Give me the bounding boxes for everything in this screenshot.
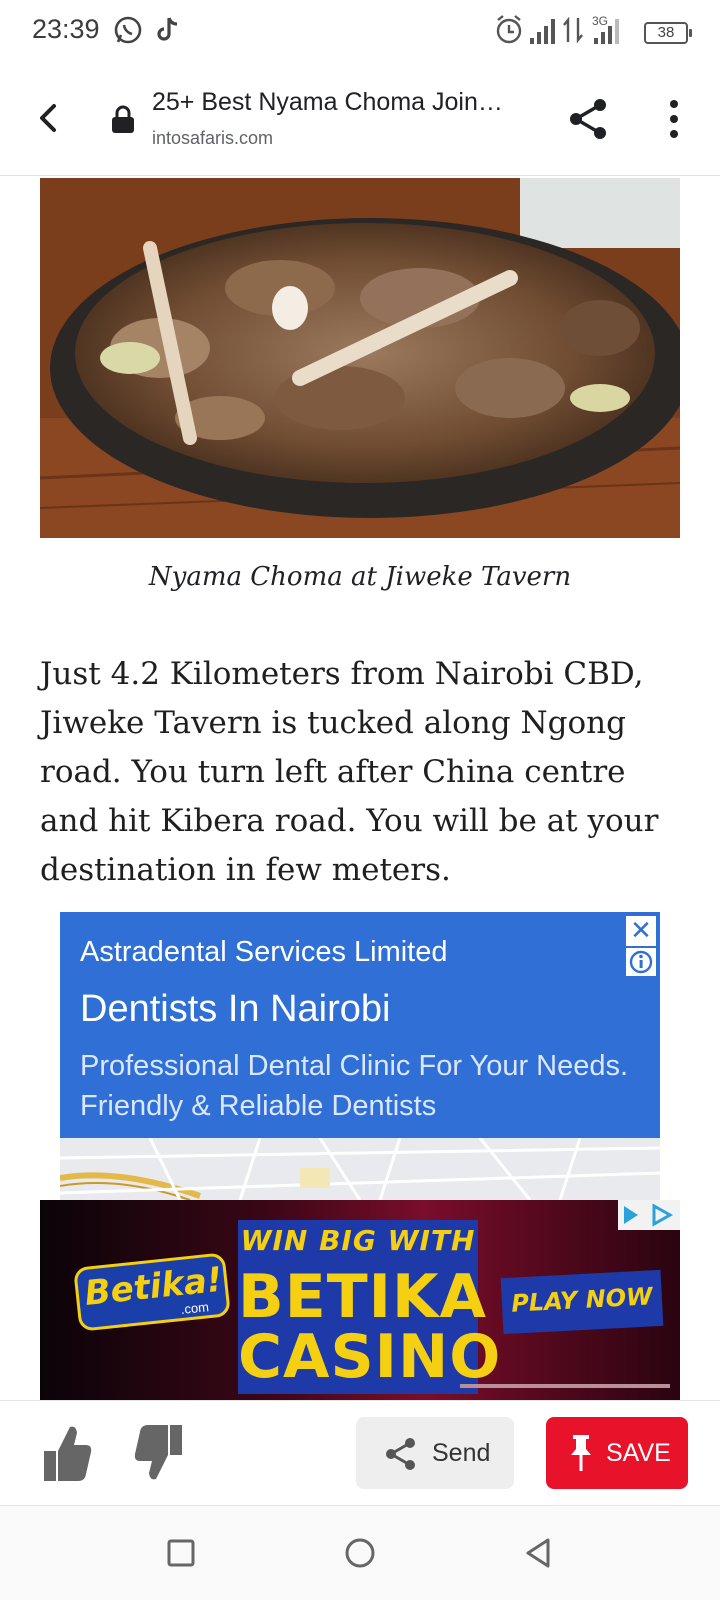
more-options-icon[interactable] bbox=[656, 96, 692, 142]
win-big-text: WIN BIG WITH bbox=[240, 1224, 476, 1257]
play-now-label: PLAY NOW bbox=[510, 1282, 654, 1318]
casino-text: CASINO bbox=[238, 1322, 502, 1392]
page-title[interactable]: 25+ Best Nyama Choma Join… bbox=[152, 88, 503, 117]
pin-icon bbox=[571, 1435, 591, 1471]
ad-advertiser[interactable]: Astradental Services Limited bbox=[80, 936, 448, 969]
dental-ad-panel[interactable]: Astradental Services Limited Dentists In… bbox=[60, 912, 660, 1138]
lock-icon bbox=[112, 105, 134, 133]
bottom-action-bar: Send SAVE bbox=[0, 1400, 720, 1506]
terms-fine-print bbox=[460, 1384, 670, 1388]
article-photo bbox=[40, 178, 680, 538]
browser-toolbar: 25+ Best Nyama Choma Join… intosafaris.c… bbox=[0, 64, 720, 176]
ad-map-image[interactable] bbox=[60, 1138, 660, 1200]
photo-caption: Nyama Choma at Jiweke Tavern bbox=[148, 562, 572, 592]
betika-casino-box: BETIKA CASINO bbox=[238, 1262, 502, 1394]
betika-logo-sub: .com bbox=[180, 1299, 210, 1318]
signal-3g-icon bbox=[594, 19, 619, 44]
back-triangle-icon[interactable] bbox=[522, 1536, 556, 1570]
data-arrows-icon bbox=[563, 16, 583, 44]
adchoices-icon[interactable] bbox=[618, 1200, 680, 1230]
send-button[interactable]: Send bbox=[356, 1417, 514, 1489]
share-icon[interactable] bbox=[566, 96, 612, 142]
alarm-icon bbox=[496, 15, 522, 44]
home-circle-icon[interactable] bbox=[343, 1536, 377, 1570]
status-time: 23:39 bbox=[32, 14, 100, 44]
send-label: Send bbox=[432, 1439, 491, 1467]
status-bar: 23:39 3G 38 bbox=[0, 0, 720, 64]
play-now-button[interactable]: PLAY NOW bbox=[500, 1269, 664, 1335]
thumbs-down-icon[interactable] bbox=[134, 1421, 186, 1485]
ad-close-icon[interactable]: ✕ bbox=[626, 916, 656, 946]
betika-logo[interactable]: Betika! .com bbox=[73, 1252, 231, 1332]
nyama-choma-image bbox=[40, 178, 680, 538]
ad-headline[interactable]: Dentists In Nairobi bbox=[80, 988, 390, 1031]
save-label: SAVE bbox=[606, 1439, 671, 1467]
recents-square-icon[interactable] bbox=[164, 1536, 198, 1570]
thumbs-up-icon[interactable] bbox=[40, 1421, 92, 1485]
save-button[interactable]: SAVE bbox=[546, 1417, 688, 1489]
tiktok-icon bbox=[157, 17, 178, 41]
signal-icon bbox=[530, 19, 555, 44]
ad-description[interactable]: Professional Dental Clinic For Your Need… bbox=[80, 1046, 640, 1126]
dental-ad[interactable]: Astradental Services Limited Dentists In… bbox=[60, 912, 660, 1200]
page-url[interactable]: intosafaris.com bbox=[152, 128, 273, 149]
back-arrow-icon[interactable] bbox=[28, 96, 72, 140]
win-big-box: WIN BIG WITH bbox=[238, 1220, 478, 1262]
send-share-icon bbox=[386, 1438, 415, 1470]
betika-banner-ad[interactable]: Betika! .com WIN BIG WITH BETIKA CASINO … bbox=[40, 1200, 680, 1400]
battery-icon: 38 bbox=[644, 22, 692, 44]
ad-info-icon[interactable] bbox=[626, 948, 656, 976]
system-navigation-bar bbox=[0, 1506, 720, 1600]
whatsapp-icon bbox=[114, 16, 142, 44]
article-paragraph: Just 4.2 Kilometers from Nairobi CBD, Ji… bbox=[40, 656, 659, 888]
